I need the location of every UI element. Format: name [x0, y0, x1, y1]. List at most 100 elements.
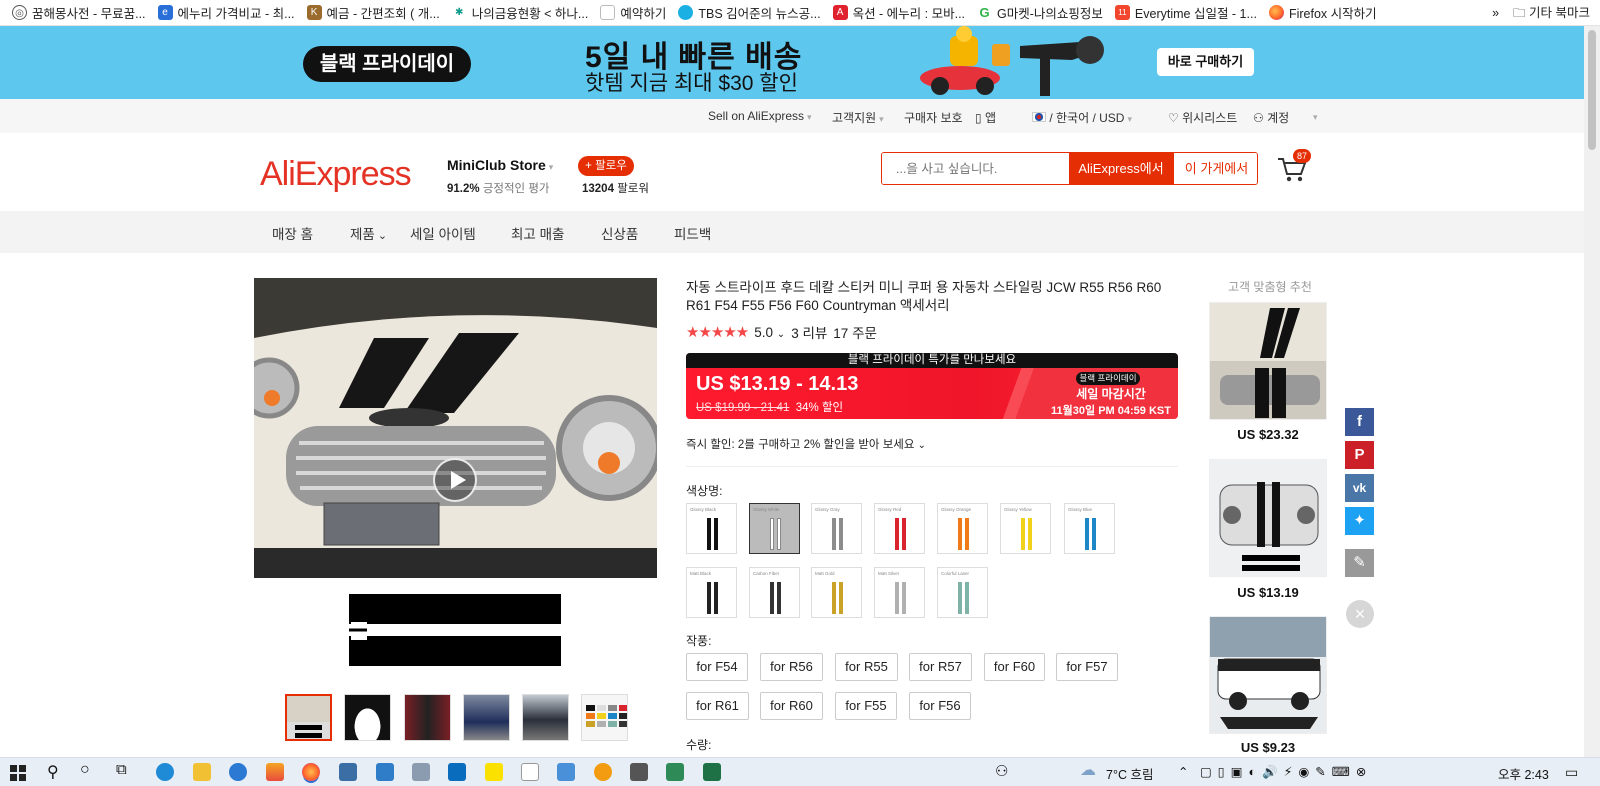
model-option[interactable]: for R61 [686, 692, 749, 720]
locale-selector[interactable]: / 한국어 / USD ▾ [1032, 109, 1132, 126]
bookmark-item[interactable]: ◎ 꿈해몽사전 - 무료꿈... [12, 3, 146, 22]
buy-now-button[interactable]: 바로 구매하기 [1157, 48, 1254, 76]
color-swatch[interactable]: Colorful Laser [937, 567, 988, 618]
bookmark-item[interactable]: 11 Everytime 십일절 - 1... [1114, 3, 1257, 22]
kakaotalk-icon[interactable] [485, 763, 503, 781]
customer-support-menu[interactable]: 고객지원 ▾ [832, 109, 884, 126]
pinterest-share-icon[interactable]: P [1345, 441, 1374, 469]
other-bookmarks-folder[interactable]: 🗀 기타 북마크 [1513, 2, 1590, 25]
cortana-icon[interactable]: ○ [80, 761, 90, 779]
close-icon[interactable]: × [1346, 600, 1374, 628]
chevron-down-icon[interactable]: ▾ [1310, 109, 1318, 123]
aliexpress-logo[interactable]: AliExpress [260, 155, 412, 194]
sell-on-aliexpress-link[interactable]: Sell on AliExpress ▾ [708, 109, 812, 123]
scrollbar-thumb[interactable] [1588, 30, 1596, 150]
recommendation-price-3[interactable]: US $9.23 [1209, 740, 1327, 755]
twitter-share-icon[interactable]: ✦ [1345, 507, 1374, 535]
model-option[interactable]: for R55 [835, 653, 898, 681]
bookmark-item[interactable]: 예약하기 [600, 3, 666, 22]
color-swatch[interactable]: Glossy Orange [937, 503, 988, 554]
notification-icon[interactable]: ▭ [1565, 764, 1578, 781]
thumbnail-6[interactable] [581, 694, 628, 741]
store-nav-top-selling[interactable]: 최고 매출 [511, 223, 564, 243]
model-option[interactable]: for F57 [1056, 653, 1118, 681]
excel-icon[interactable] [703, 763, 721, 781]
model-option[interactable]: for R60 [760, 692, 823, 720]
bookmark-item[interactable]: e 에누리 가격비교 - 최... [157, 3, 295, 22]
model-option[interactable]: for F60 [984, 653, 1045, 681]
thumbnail-1[interactable] [285, 694, 332, 741]
bookmark-item[interactable]: K 예금 - 간편조회 ( 개... [306, 3, 440, 22]
bookmark-item[interactable]: TBS 김어준의 뉴스공... [678, 3, 821, 22]
product-main-image[interactable] [254, 278, 657, 578]
black-friday-strip[interactable]: 블랙 프라이데이 특가를 만나보세요 [686, 353, 1178, 368]
app-link[interactable]: ▯ 앱 [975, 109, 996, 126]
model-option[interactable]: for F56 [909, 692, 971, 720]
bookmark-item[interactable]: Firefox 시작하기 [1268, 3, 1377, 22]
bookmark-item[interactable]: ✱ 나의금융현황 < 하나... [451, 3, 588, 22]
outlook-icon[interactable] [448, 763, 466, 781]
model-option[interactable]: for F55 [835, 692, 897, 720]
ie-icon[interactable] [229, 763, 247, 781]
firefox-icon[interactable] [302, 763, 320, 781]
color-swatch[interactable]: Matt Black [686, 567, 737, 618]
color-swatch[interactable]: Glossy Black [686, 503, 737, 554]
task-view-icon[interactable]: ⧉ [116, 761, 127, 778]
file-explorer-icon[interactable] [193, 763, 211, 781]
model-option[interactable]: for R57 [909, 653, 972, 681]
follow-button[interactable]: + 팔로우 [578, 156, 634, 176]
app-icon[interactable] [266, 763, 284, 781]
review-count[interactable]: 3 리뷰 [791, 322, 827, 342]
search-store-button[interactable]: 이 가게에서 [1173, 153, 1257, 184]
store-nav-feedback[interactable]: 피드백 [674, 223, 711, 243]
recommendation-price-2[interactable]: US $13.19 [1209, 585, 1327, 600]
weather-text[interactable]: 7°C 흐림 [1106, 764, 1153, 783]
notepad-icon[interactable] [521, 763, 539, 781]
wishlist-link[interactable]: ♡ 위시리스트 [1168, 109, 1237, 126]
app-icon[interactable] [594, 763, 612, 781]
search-input[interactable] [882, 153, 1069, 184]
recommendation-image-2[interactable] [1209, 459, 1327, 577]
account-menu[interactable]: ⚇ 계정 [1253, 109, 1289, 126]
app-icon[interactable] [339, 763, 357, 781]
clock[interactable]: 오후 2:43 [1498, 764, 1549, 783]
recommendation-image-1[interactable] [1209, 302, 1327, 420]
thumbnail-2[interactable] [344, 694, 391, 741]
app-icon[interactable] [557, 763, 575, 781]
app-icon[interactable] [412, 763, 430, 781]
thumbnail-3[interactable] [404, 694, 451, 741]
thumbnail-5[interactable] [522, 694, 569, 741]
page-scrollbar[interactable] [1584, 26, 1600, 757]
rating-value[interactable]: 5.0 ⌄ [754, 325, 785, 340]
color-swatch[interactable]: Glossy Gray [811, 503, 862, 554]
color-swatch[interactable]: Carbon Fiber [749, 567, 800, 618]
calculator-icon[interactable] [630, 763, 648, 781]
color-swatch[interactable]: Glossy White [749, 503, 800, 554]
store-name[interactable]: MiniClub Store ▾ [447, 157, 553, 173]
tray-chevron-icon[interactable]: ⌃ [1178, 764, 1188, 779]
windows-start-icon[interactable] [10, 765, 26, 781]
thumbnail-4[interactable] [463, 694, 510, 741]
facebook-share-icon[interactable]: f [1345, 408, 1374, 436]
store-nav-products[interactable]: 제품 ⌄ [350, 223, 387, 243]
recommendation-image-3[interactable] [1209, 616, 1327, 734]
pencil-icon[interactable]: ✎ [1345, 549, 1374, 577]
vk-share-icon[interactable]: vk [1345, 474, 1374, 502]
color-swatch[interactable]: Glossy Red [874, 503, 925, 554]
color-swatch[interactable]: Matt Silver [874, 567, 925, 618]
recommendation-price-1[interactable]: US $23.32 [1209, 427, 1327, 442]
search-icon[interactable]: ⚲ [47, 762, 59, 782]
store-nav-home[interactable]: 매장 홈 [272, 223, 313, 243]
bookmark-item[interactable]: A 옥션 - 에누리 : 모바... [832, 3, 965, 22]
video-play-button[interactable] [433, 458, 477, 502]
color-swatch[interactable]: Glossy Yellow [1000, 503, 1051, 554]
buyer-protection-link[interactable]: 구매자 보호 [904, 109, 963, 126]
color-swatch[interactable]: Matt Gold [811, 567, 862, 618]
store-nav-new-arrivals[interactable]: 신상품 [601, 223, 638, 243]
tray-icons[interactable]: ▢▯▣◐🔊⚡◉✎⌨⊗ [1200, 764, 1372, 780]
model-option[interactable]: for R56 [760, 653, 823, 681]
instant-discount[interactable]: 즉시 할인: 2를 구매하고 2% 할인을 받아 보세요 ⌄ [686, 436, 926, 452]
people-icon[interactable]: ⚇ [995, 762, 1008, 780]
promo-banner[interactable]: 블랙 프라이데이 5일 내 빠른 배송 핫템 지금 최대 $30 할인 바로 구… [0, 26, 1584, 99]
overflow-chevron-icon[interactable]: » [1492, 6, 1499, 20]
